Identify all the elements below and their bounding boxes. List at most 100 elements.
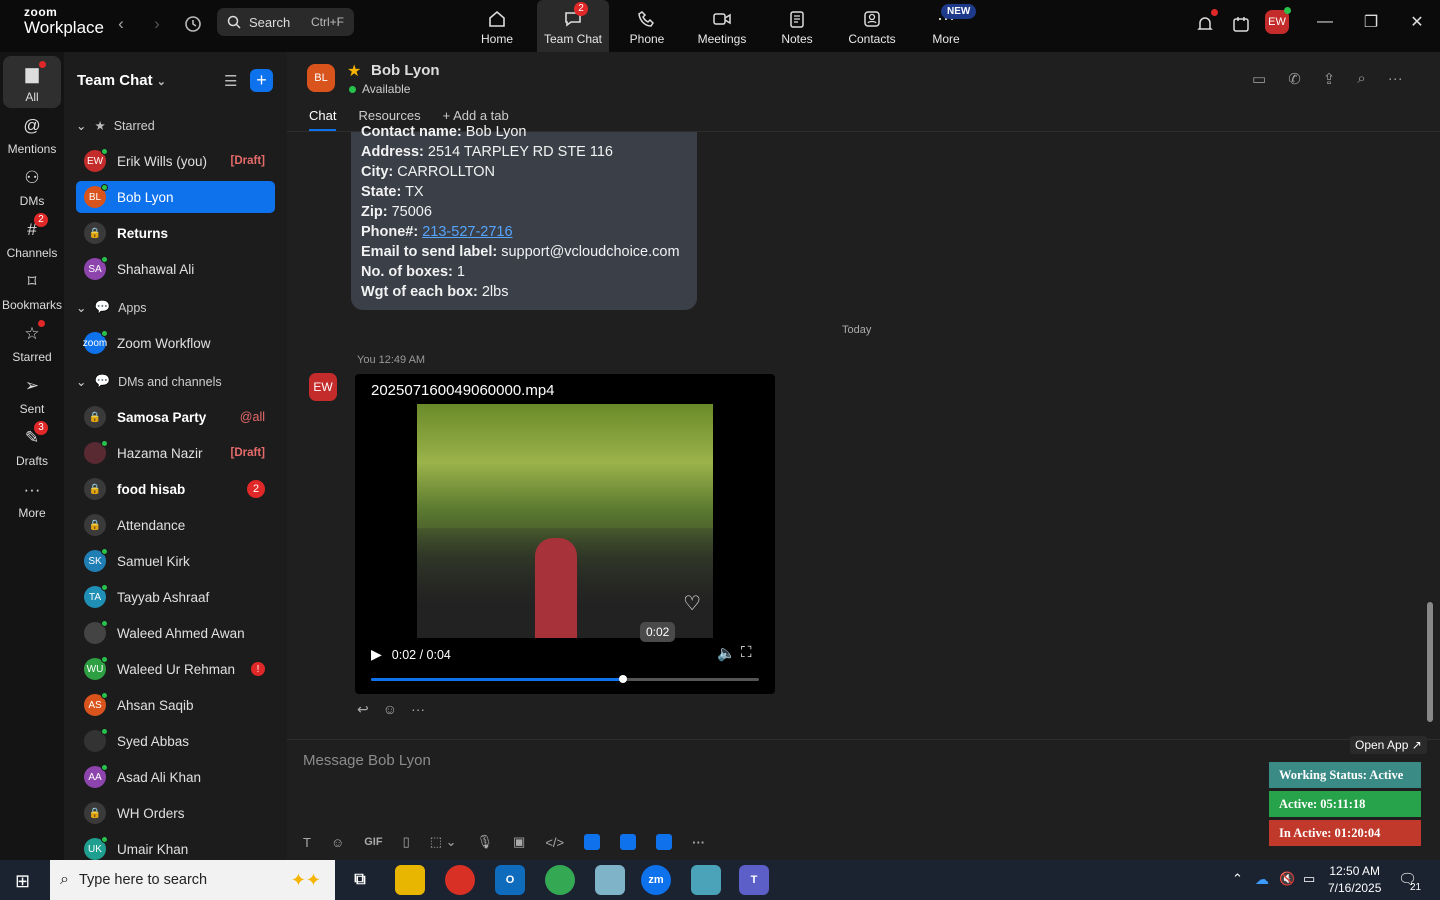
app-diamond-icon[interactable] [691,865,721,895]
fullscreen-icon[interactable]: ⛶ [741,644,752,661]
video-filename[interactable]: 202507160049060000.mp4 [371,382,555,399]
outlook-icon[interactable]: O [495,865,525,895]
volume-icon[interactable]: 🔈 [717,644,736,662]
forward-arrow-icon[interactable]: › [145,12,169,36]
sidebar-item[interactable]: zoom Zoom Workflow [76,327,275,359]
rail-starred[interactable]: ☆ Starred [2,316,62,368]
star-icon[interactable]: ★ [347,61,361,81]
file-explorer-icon[interactable] [395,865,425,895]
sidebar-item[interactable]: 🔒 WH Orders [76,797,275,829]
task-view-icon[interactable]: ⧉ [345,865,375,895]
phone-icon[interactable]: ✆ [1288,70,1301,88]
video-frame[interactable]: ♡ [417,404,713,638]
sender-avatar[interactable]: EW [309,373,337,401]
section-dms[interactable]: ⌄ 💬 DMs and channels [76,374,222,389]
nav-contacts[interactable]: Contacts [836,0,908,52]
video-attachment[interactable]: 202507160049060000.mp4 ♡ 0:02 ▶ 0:02 / 0… [355,374,775,694]
composer-placeholder[interactable]: Message Bob Lyon [303,752,431,769]
reply-icon[interactable]: ↩ [357,701,369,718]
more-icon[interactable]: ··· [692,835,705,850]
sidebar-item[interactable]: Waleed Ahmed Awan [76,617,275,649]
code-icon[interactable]: </> [545,835,564,850]
windows-start-icon[interactable]: ⊞ [15,871,30,892]
emoji-reaction-icon[interactable]: ☺ [383,701,397,718]
sidebar-item[interactable]: SA Shahawal Ali [76,253,275,285]
network-icon[interactable]: ▭ [1303,871,1315,887]
nav-phone[interactable]: Phone [611,0,683,52]
share-icon[interactable]: ⇪ [1323,70,1336,88]
filter-icon[interactable]: ☰ [224,72,237,90]
more-options-icon[interactable]: ··· [1388,70,1403,88]
contact-avatar[interactable]: BL [307,64,335,92]
app-c-icon[interactable] [656,834,673,850]
scrollbar-thumb[interactable] [1427,602,1433,722]
sidebar-title[interactable]: Team Chat ⌄ [77,72,166,89]
emoji-icon[interactable]: ☺ [331,835,344,850]
rail-mentions[interactable]: @ Mentions [2,108,62,160]
back-arrow-icon[interactable]: ‹ [109,12,133,36]
chrome-icon[interactable] [445,865,475,895]
taskbar-clock[interactable]: 12:50 AM 7/16/2025 [1328,863,1381,897]
taskbar-search[interactable]: ⌕ Type here to search ✦✦ [50,860,335,900]
sidebar-item[interactable]: SK Samuel Kirk [76,545,275,577]
screenshot-icon[interactable]: ⬚ ⌄ [430,834,457,850]
app-b-icon[interactable] [620,834,637,850]
nav-home[interactable]: Home [461,0,533,52]
nav-team-chat[interactable]: Team Chat 2 [537,0,609,52]
rail-dms[interactable]: ⚇ DMs [2,160,62,212]
section-starred[interactable]: ⌄ ★ Starred [76,118,155,134]
video-progress[interactable] [371,675,759,683]
contact-name[interactable]: Bob Lyon [371,62,440,79]
sidebar-item[interactable]: 🔒 Samosa Party @all [76,401,275,433]
sidebar-item[interactable]: 🔒 food hisab 2 [76,473,275,505]
file-icon[interactable]: ▯ [403,834,410,850]
search-icon[interactable]: ⌕ [1357,70,1365,88]
app-icon[interactable] [595,865,625,895]
rail-more[interactable]: ··· More [2,472,62,524]
sidebar-item[interactable]: 🔒 Attendance [76,509,275,541]
onedrive-icon[interactable]: ☁ [1255,871,1269,888]
tab-chat[interactable]: Chat [309,108,337,131]
nav-notes[interactable]: Notes [761,0,833,52]
rail-sent[interactable]: ➢ Sent [2,368,62,420]
microphone-icon[interactable]: 🎙 [477,834,494,850]
chat-scrollbar[interactable] [1427,132,1433,722]
volume-icon[interactable]: 🔇 [1279,871,1295,887]
sidebar-item[interactable]: WU Waleed Ur Rehman! [76,653,275,685]
sidebar-item[interactable]: TA Tayyab Ashraaf [76,581,275,613]
video-call-icon[interactable]: ▭ [1252,70,1266,88]
sidebar-item[interactable]: Syed Abbas [76,725,275,757]
phone-link[interactable]: 213-527-2716 [422,224,512,240]
minimize-icon[interactable]: — [1310,10,1340,34]
section-apps[interactable]: ⌄ 💬 Apps [76,300,147,315]
video-message-icon[interactable]: ▣ [513,834,525,850]
calendar-icon[interactable] [1229,12,1253,36]
zoom-taskbar-icon[interactable]: zm [641,865,671,895]
search-box[interactable]: Search Ctrl+F [217,8,354,36]
chrome-profile-icon[interactable] [545,865,575,895]
gif-icon[interactable]: GIF [364,836,382,848]
close-icon[interactable]: ✕ [1402,10,1432,34]
sidebar-item[interactable]: BL Bob Lyon [76,181,275,213]
restore-icon[interactable]: ❐ [1356,10,1386,34]
sidebar-item[interactable]: AS Ahsan Saqib [76,689,275,721]
nav-meetings[interactable]: Meetings [686,0,758,52]
history-icon[interactable] [181,12,205,36]
play-icon[interactable]: ▶ [371,646,382,663]
rail-bookmarks[interactable]: ⌑ Bookmarks [2,264,62,316]
rail-drafts[interactable]: ✎ Drafts [2,420,62,472]
new-chat-button[interactable]: + [250,69,273,92]
rail-all[interactable]: ▆ All [3,56,61,108]
tray-chevron-icon[interactable]: ⌃ [1232,871,1243,887]
sidebar-item[interactable]: EW Erik Wills (you) [Draft] [76,145,275,177]
sidebar-item[interactable]: AA Asad Ali Khan [76,761,275,793]
format-text-icon[interactable]: T [303,835,311,850]
message-composer[interactable]: Message Bob Lyon T ☺ GIF ▯ ⬚ ⌄ 🎙 ▣ </> ·… [287,739,1440,860]
teams-icon[interactable]: T [739,865,769,895]
more-icon[interactable]: ··· [411,701,425,718]
rail-channels[interactable]: # Channels [2,212,62,264]
sidebar-item[interactable]: 🔒 Returns [76,217,275,249]
video-progress-knob[interactable] [619,675,628,683]
app-a-icon[interactable] [584,834,601,850]
sidebar-item[interactable]: Hazama Nazir [Draft] [76,437,275,469]
